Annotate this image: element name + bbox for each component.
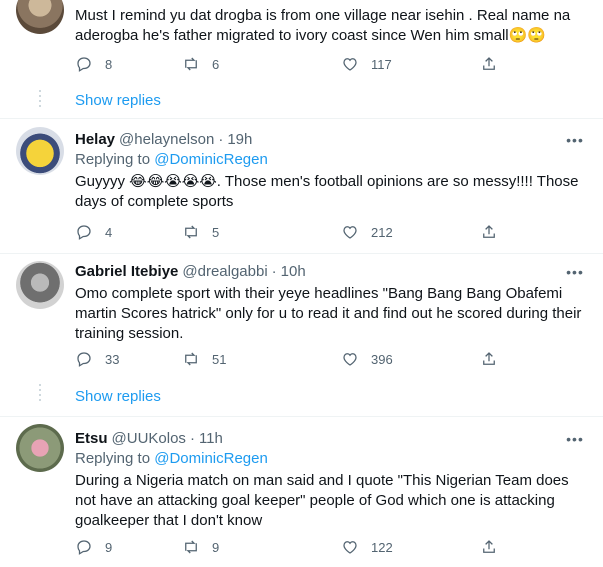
tweet[interactable]: Helay @helaynelson · 19h Replying to @Do… bbox=[0, 119, 603, 253]
tweet-actions: 9 9 122 bbox=[75, 537, 575, 557]
heart-icon bbox=[343, 541, 357, 554]
tweet-header: Gabriel Itebiye @drealgabbi · 10h bbox=[75, 262, 587, 282]
reply-icon bbox=[77, 352, 91, 367]
user-name[interactable]: Gabriel Itebiye bbox=[75, 262, 178, 282]
share-button[interactable] bbox=[480, 537, 498, 557]
reply-button[interactable]: 8 bbox=[75, 54, 112, 74]
reply-button[interactable]: 33 bbox=[75, 349, 119, 369]
like-button[interactable]: 212 bbox=[341, 222, 393, 242]
retweet-count: 5 bbox=[212, 224, 220, 240]
share-icon bbox=[483, 57, 495, 70]
like-count: 212 bbox=[371, 224, 393, 240]
user-name[interactable]: Helay bbox=[75, 130, 115, 150]
user-handle[interactable]: @helaynelson bbox=[119, 130, 214, 150]
tweet-text: During a Nigeria match on man said and I… bbox=[75, 472, 569, 529]
reply-button[interactable]: 9 bbox=[75, 537, 112, 557]
avatar[interactable] bbox=[16, 261, 64, 309]
share-icon bbox=[483, 352, 495, 365]
separator-dot: · bbox=[189, 430, 195, 447]
retweet-icon bbox=[185, 225, 197, 239]
retweet-button[interactable]: 9 bbox=[182, 537, 219, 557]
share-button[interactable] bbox=[480, 349, 498, 369]
retweet-button[interactable]: 6 bbox=[182, 54, 219, 74]
tweet[interactable]: Etsu @UUKolos · 11h Replying to @Dominic… bbox=[0, 417, 603, 567]
reply-icon bbox=[77, 225, 91, 240]
tweet-text: Guyyyy 😂😂😭😭😭. Those men's football opini… bbox=[75, 173, 579, 210]
tweet-text: Omo complete sport with their yeye headl… bbox=[75, 285, 582, 342]
tweet[interactable]: Gabriel Itebiye @drealgabbi · 10h Omo co… bbox=[0, 254, 603, 416]
share-icon bbox=[483, 540, 495, 553]
avatar[interactable] bbox=[16, 424, 64, 472]
avatar[interactable] bbox=[16, 127, 64, 175]
replying-to: Replying to @DominicRegen bbox=[75, 150, 587, 170]
like-button[interactable]: 117 bbox=[341, 54, 392, 74]
heart-icon bbox=[343, 226, 357, 239]
tweet-actions: 4 5 212 bbox=[75, 222, 575, 242]
retweet-count: 6 bbox=[212, 56, 220, 72]
tweet-header: Etsu @UUKolos · 11h bbox=[75, 429, 587, 449]
thread-connector bbox=[39, 90, 41, 110]
retweet-count: 51 bbox=[212, 351, 227, 367]
tweet[interactable]: Must I remind yu dat drogba is from one … bbox=[0, 0, 603, 118]
replying-label: Replying to bbox=[75, 450, 151, 467]
retweet-button[interactable]: 51 bbox=[182, 349, 226, 369]
timestamp[interactable]: 11h bbox=[199, 429, 223, 449]
share-button[interactable] bbox=[480, 222, 498, 242]
mention-link[interactable]: @DominicRegen bbox=[154, 151, 268, 168]
more-icon[interactable]: ••• bbox=[563, 431, 587, 451]
show-replies-link[interactable]: Show replies bbox=[75, 388, 161, 405]
like-button[interactable]: 396 bbox=[341, 349, 393, 369]
like-count: 396 bbox=[371, 351, 393, 367]
timestamp[interactable]: 19h bbox=[227, 130, 252, 150]
timestamp[interactable]: 10h bbox=[281, 262, 306, 282]
like-count: 122 bbox=[371, 539, 393, 555]
share-button[interactable] bbox=[480, 54, 498, 74]
replying-label: Replying to bbox=[75, 151, 151, 168]
replying-to: Replying to @DominicRegen bbox=[75, 449, 587, 469]
user-name[interactable]: Etsu bbox=[75, 429, 108, 449]
tweet-text: Must I remind yu dat drogba is from one … bbox=[75, 7, 571, 44]
reply-button[interactable]: 4 bbox=[75, 222, 112, 242]
user-handle[interactable]: @UUKolos bbox=[112, 429, 186, 449]
reply-count: 8 bbox=[105, 56, 113, 72]
retweet-button[interactable]: 5 bbox=[182, 222, 219, 242]
tweet-header: Helay @helaynelson · 19h bbox=[75, 130, 587, 150]
separator-dot: · bbox=[218, 131, 224, 148]
share-icon bbox=[483, 225, 495, 238]
retweet-icon bbox=[185, 540, 197, 554]
tweet-actions: 33 51 396 bbox=[75, 349, 575, 369]
reply-count: 9 bbox=[105, 539, 113, 555]
avatar[interactable] bbox=[16, 0, 64, 34]
reply-icon bbox=[77, 57, 91, 72]
separator-dot: · bbox=[271, 263, 277, 280]
mention-link[interactable]: @DominicRegen bbox=[154, 450, 268, 467]
show-replies-link[interactable]: Show replies bbox=[75, 92, 161, 109]
thread-connector bbox=[39, 384, 41, 404]
like-button[interactable]: 122 bbox=[341, 537, 393, 557]
heart-icon bbox=[343, 58, 357, 71]
user-handle[interactable]: @drealgabbi bbox=[182, 262, 267, 282]
retweet-icon bbox=[185, 57, 197, 71]
more-icon[interactable]: ••• bbox=[563, 132, 587, 152]
like-count: 117 bbox=[371, 56, 392, 72]
more-icon[interactable]: ••• bbox=[563, 264, 587, 284]
heart-icon bbox=[343, 353, 357, 366]
reply-count: 4 bbox=[105, 224, 113, 240]
retweet-icon bbox=[185, 352, 197, 366]
tweet-actions: 8 6 117 bbox=[75, 54, 575, 74]
retweet-count: 9 bbox=[212, 539, 220, 555]
reply-icon bbox=[77, 540, 91, 555]
reply-count: 33 bbox=[105, 351, 120, 367]
